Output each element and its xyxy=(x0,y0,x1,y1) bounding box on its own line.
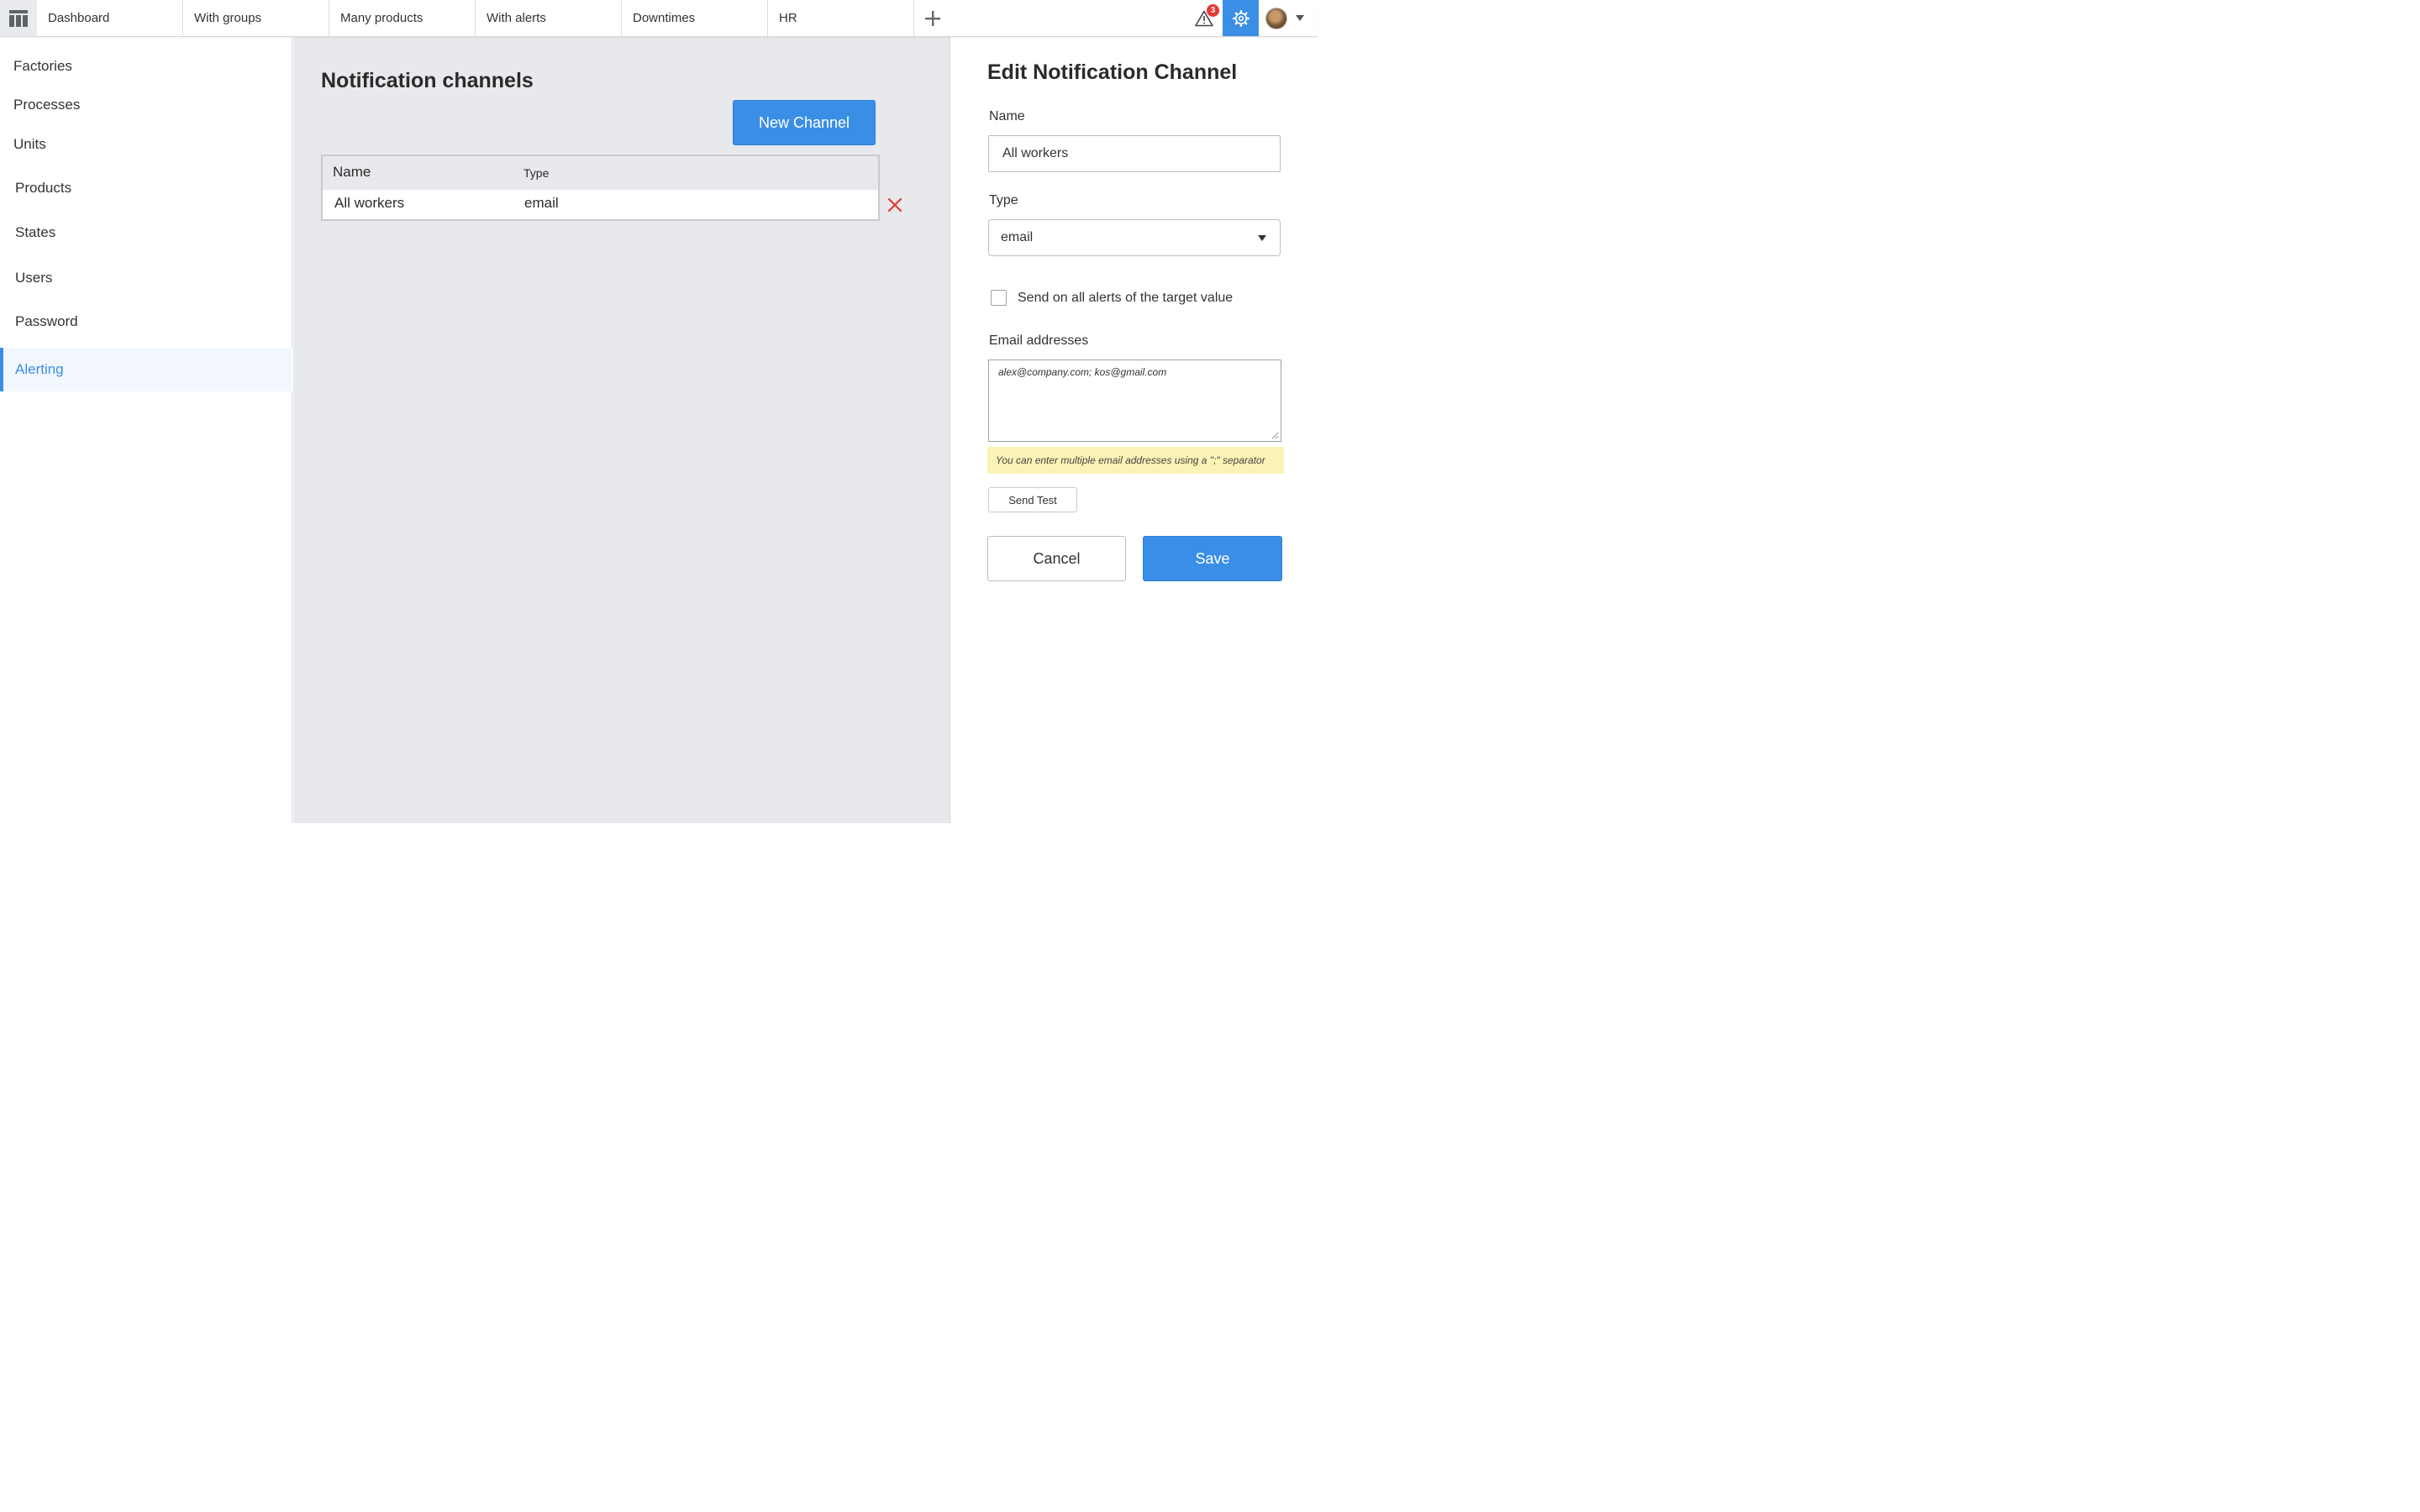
tab-label: Dashboard xyxy=(48,11,110,25)
tab-label: HR xyxy=(779,11,797,25)
plus-icon xyxy=(925,10,940,26)
tab-with-alerts[interactable]: With alerts xyxy=(476,0,622,36)
user-menu-button[interactable] xyxy=(1259,0,1318,36)
email-separator-hint: You can enter multiple email addresses u… xyxy=(987,447,1284,474)
tab-label: With groups xyxy=(194,11,262,25)
page-title: Notification channels xyxy=(321,69,534,92)
panel-title: Edit Notification Channel xyxy=(987,60,1238,84)
checkbox-label: Send on all alerts of the target value xyxy=(1018,291,1234,305)
delete-icon[interactable] xyxy=(886,197,903,213)
resize-handle-icon[interactable] xyxy=(1271,432,1279,439)
send-on-all-alerts-checkbox[interactable] xyxy=(991,290,1007,306)
cancel-button[interactable]: Cancel xyxy=(987,536,1126,581)
cell-name: All workers xyxy=(334,195,405,211)
tab-label: With alerts xyxy=(487,11,546,25)
table-header: Name Type xyxy=(323,156,878,190)
sidebar-item-label: Products xyxy=(15,180,72,196)
settings-button[interactable] xyxy=(1223,0,1259,36)
email-addresses-textarea[interactable]: alex@company.com; kos@gmail.com xyxy=(988,360,1281,442)
sidebar-item-label: Units xyxy=(13,136,46,152)
channels-table: Name Type All workers email xyxy=(321,155,880,221)
chevron-down-icon xyxy=(1296,15,1304,21)
column-header-type: Type xyxy=(523,166,550,180)
avatar xyxy=(1265,7,1287,29)
sidebar-item-password[interactable]: Password xyxy=(0,300,292,344)
sidebar-item-states[interactable]: States xyxy=(0,211,292,255)
add-tab-button[interactable] xyxy=(914,0,951,36)
tab-hr[interactable]: HR xyxy=(768,0,914,36)
top-navigation-bar: Dashboard With groups Many products With… xyxy=(0,0,1318,37)
email-addresses-label: Email addresses xyxy=(989,333,1089,348)
sidebar-item-alerting[interactable]: Alerting xyxy=(0,348,292,391)
chevron-down-icon xyxy=(1258,235,1266,241)
save-button[interactable]: Save xyxy=(1143,536,1282,581)
column-header-name: Name xyxy=(333,164,371,180)
name-field[interactable]: All workers xyxy=(988,135,1281,172)
name-label: Name xyxy=(989,109,1025,123)
tab-many-products[interactable]: Many products xyxy=(329,0,476,36)
send-test-button[interactable]: Send Test xyxy=(988,487,1077,512)
sidebar-item-processes[interactable]: Processes xyxy=(0,83,292,127)
tab-label: Downtimes xyxy=(633,11,696,25)
sidebar-item-label: Alerting xyxy=(15,361,64,377)
edit-channel-panel: Edit Notification Channel Name All worke… xyxy=(951,37,1318,823)
sidebar-item-label: Users xyxy=(15,270,53,286)
sidebar-item-products[interactable]: Products xyxy=(0,166,292,210)
sidebar-item-label: States xyxy=(15,224,56,240)
tab-downtimes[interactable]: Downtimes xyxy=(622,0,768,36)
gear-icon xyxy=(1232,9,1249,27)
email-addresses-value: alex@company.com; kos@gmail.com xyxy=(998,366,1167,378)
sidebar-item-factories[interactable]: Factories xyxy=(0,45,292,88)
sidebar-item-label: Processes xyxy=(13,97,81,113)
settings-sidebar: Factories Processes Units Products State… xyxy=(0,37,292,823)
dashboard-grid-icon[interactable] xyxy=(0,0,37,36)
sidebar-item-units[interactable]: Units xyxy=(0,123,292,166)
type-label: Type xyxy=(989,193,1018,207)
sidebar-item-label: Factories xyxy=(13,58,72,74)
type-selected-value: email xyxy=(1001,230,1034,244)
tab-with-groups[interactable]: With groups xyxy=(183,0,329,36)
tab-dashboard[interactable]: Dashboard xyxy=(37,0,183,36)
tab-label: Many products xyxy=(340,11,424,25)
type-select[interactable]: email xyxy=(988,219,1281,256)
table-row[interactable]: All workers email xyxy=(323,190,878,219)
sidebar-item-users[interactable]: Users xyxy=(0,256,292,300)
new-channel-button[interactable]: New Channel xyxy=(733,100,876,145)
alerts-button[interactable]: 3 xyxy=(1186,0,1223,36)
notification-channels-pane: Notification channels New Channel Name T… xyxy=(293,37,950,823)
alert-count-badge: 3 xyxy=(1207,4,1219,17)
cell-type: email xyxy=(524,195,559,211)
sidebar-item-label: Password xyxy=(15,313,78,329)
